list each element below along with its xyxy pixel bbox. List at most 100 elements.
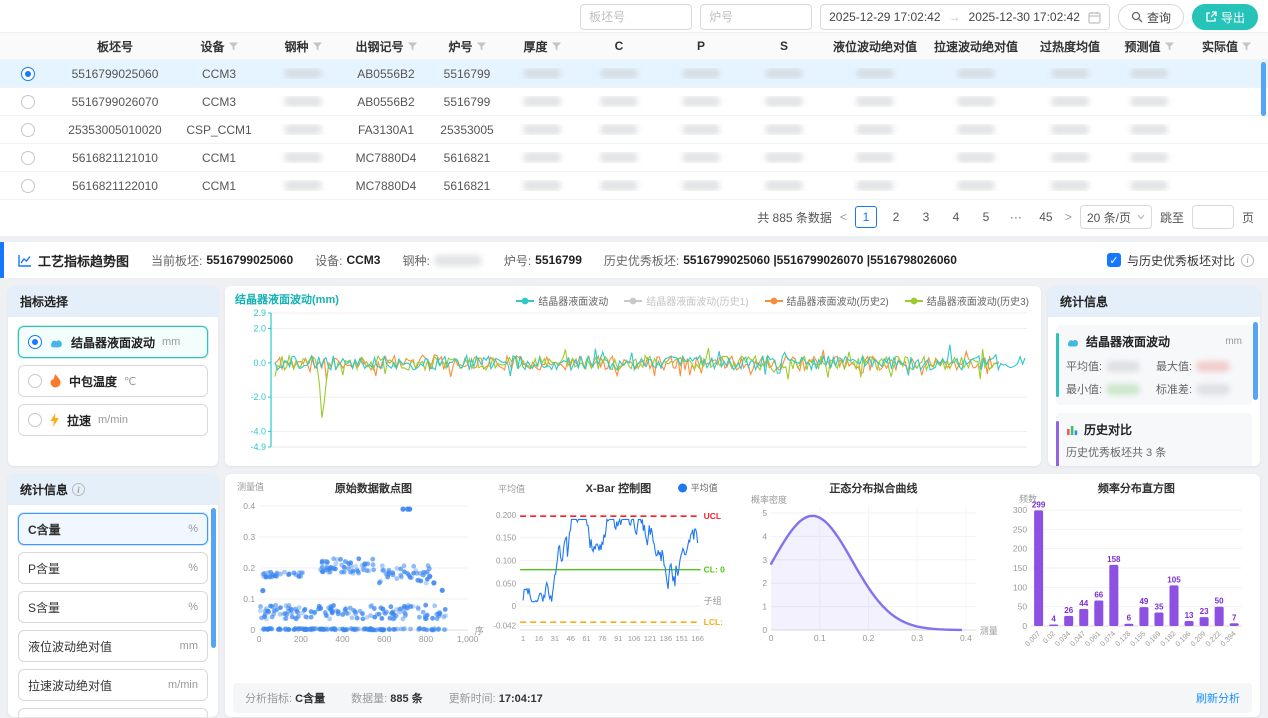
filter-icon[interactable] bbox=[408, 42, 417, 51]
table-scrollbar[interactable] bbox=[1261, 62, 1266, 116]
table-row[interactable]: 5516799025060CCM3AB0556B25516799 bbox=[0, 60, 1268, 88]
trend-chart-card: 结晶器液面波动(mm) 结晶器液面波动结晶器液面波动(历史1)结晶器液面波动(历… bbox=[225, 286, 1041, 466]
metric-item[interactable]: P含量% bbox=[18, 552, 208, 584]
metric-item[interactable]: 拉速波动绝对值m/min bbox=[18, 669, 208, 701]
table-cell bbox=[659, 96, 743, 107]
column-header-label: C bbox=[615, 39, 624, 53]
legend-item[interactable]: 结晶器液面波动(历史2) bbox=[765, 293, 889, 308]
metric-item[interactable]: S含量% bbox=[18, 591, 208, 623]
cell-value: 5616821121010 bbox=[72, 151, 158, 165]
table-cell: 5516799025060 bbox=[55, 67, 175, 81]
metrics-scrollbar[interactable] bbox=[211, 508, 216, 648]
metric-label: 过热度均值 bbox=[28, 716, 88, 718]
filter-icon[interactable] bbox=[1242, 42, 1251, 51]
column-header: 液位波动绝对值 bbox=[825, 38, 925, 55]
metric-label: 液位波动绝对值 bbox=[28, 638, 112, 655]
search-icon bbox=[1131, 11, 1143, 23]
date-range-picker[interactable]: 2025-12-29 17:02:42 → 2025-12-30 17:02:4… bbox=[820, 4, 1110, 30]
option-radio[interactable] bbox=[28, 374, 42, 388]
export-button[interactable]: 导出 bbox=[1192, 4, 1258, 30]
blurred-value bbox=[765, 152, 803, 163]
row-radio[interactable] bbox=[21, 179, 35, 193]
history-title: 历史对比 bbox=[1084, 421, 1132, 438]
cell-value: CCM1 bbox=[202, 179, 236, 193]
table-row[interactable]: 5516799026070CCM3AB0556B25516799 bbox=[0, 88, 1268, 116]
filter-icon[interactable] bbox=[552, 42, 561, 51]
table-row[interactable]: 25353005010020CSP_CCM1FA3130A125353005 bbox=[0, 116, 1268, 144]
date-end[interactable]: 2025-12-30 17:02:42 bbox=[969, 10, 1080, 24]
blurred-value bbox=[284, 96, 322, 107]
page-number[interactable]: 45 bbox=[1035, 206, 1057, 228]
row-radio[interactable] bbox=[21, 95, 35, 109]
table-row[interactable]: 5616821122010CCM1MC7880D45616821 bbox=[0, 172, 1268, 200]
blurred-value bbox=[1051, 68, 1089, 79]
option-radio[interactable] bbox=[28, 335, 42, 349]
page-ellipsis: ··· bbox=[1005, 206, 1027, 228]
page-number[interactable]: 1 bbox=[855, 206, 877, 228]
svg-text:13: 13 bbox=[1185, 611, 1194, 620]
legend-item[interactable]: 结晶器液面波动(历史1) bbox=[624, 293, 748, 308]
cell-value: FA3130A1 bbox=[358, 123, 414, 137]
metric-select-panel: 统计信息i C含量%P含量%S含量%液位波动绝对值mm拉速波动绝对值m/min过… bbox=[8, 474, 218, 717]
svg-text:0.4: 0.4 bbox=[243, 501, 255, 511]
filter-icon[interactable] bbox=[229, 42, 238, 51]
svg-text:300: 300 bbox=[1013, 505, 1027, 515]
row-radio[interactable] bbox=[21, 67, 35, 81]
svg-text:4: 4 bbox=[762, 531, 767, 541]
table-cell bbox=[659, 152, 743, 163]
chevron-down-icon bbox=[1137, 214, 1145, 220]
page-number[interactable]: 4 bbox=[945, 206, 967, 228]
filter-bar: 2025-12-29 17:02:42 → 2025-12-30 17:02:4… bbox=[0, 0, 1268, 32]
pagination: 共 885 条数据<12345···45>20 条/页跳至页 bbox=[0, 200, 1268, 234]
svg-text:0.1: 0.1 bbox=[243, 594, 255, 604]
metric-item[interactable]: 液位波动绝对值mm bbox=[18, 630, 208, 662]
option-radio[interactable] bbox=[28, 413, 42, 427]
blurred-value bbox=[1130, 96, 1168, 107]
filter-icon[interactable] bbox=[477, 42, 486, 51]
scatter-chart: 原始数据散点图测量值00.10.20.30.402004006008001,00… bbox=[229, 478, 486, 674]
page-number[interactable]: 2 bbox=[885, 206, 907, 228]
blurred-value bbox=[957, 124, 995, 135]
row-radio[interactable] bbox=[21, 123, 35, 137]
table-cell bbox=[925, 180, 1027, 191]
date-start[interactable]: 2025-12-29 17:02:42 bbox=[829, 10, 940, 24]
info-icon[interactable]: i bbox=[1241, 254, 1254, 267]
count-label: 数据量: bbox=[351, 693, 387, 705]
slab-number-input[interactable] bbox=[580, 4, 692, 30]
jump-page-input[interactable] bbox=[1192, 205, 1234, 229]
svg-text:136: 136 bbox=[659, 634, 672, 643]
page-number[interactable]: 3 bbox=[915, 206, 937, 228]
page-suffix: 页 bbox=[1242, 209, 1254, 226]
row-radio[interactable] bbox=[21, 151, 35, 165]
stats-scrollbar[interactable] bbox=[1253, 322, 1258, 400]
filter-icon[interactable] bbox=[1165, 42, 1174, 51]
time-value: 17:04:17 bbox=[499, 693, 543, 705]
metrics-info-icon[interactable]: i bbox=[72, 483, 85, 496]
column-header: 钢种 bbox=[263, 38, 343, 55]
page-number[interactable]: 5 bbox=[975, 206, 997, 228]
compare-checkbox[interactable]: ✓ bbox=[1107, 253, 1121, 267]
table-cell: 5516799 bbox=[429, 95, 505, 109]
filter-icon[interactable] bbox=[313, 42, 322, 51]
column-header-label: 厚度 bbox=[523, 38, 547, 55]
metric-item[interactable]: 过热度均值℃ bbox=[18, 708, 208, 717]
indicator-option-wave[interactable]: 结晶器液面波动mm bbox=[18, 326, 208, 358]
column-header: 设备 bbox=[175, 38, 263, 55]
table-row[interactable]: 5616821121010CCM1MC7880D45616821 bbox=[0, 144, 1268, 172]
search-button[interactable]: 查询 bbox=[1118, 4, 1184, 30]
refresh-analysis-link[interactable]: 刷新分析 bbox=[1196, 690, 1240, 706]
next-page-button[interactable]: > bbox=[1065, 210, 1072, 224]
metric-item[interactable]: C含量% bbox=[18, 513, 208, 545]
furnace-number-input[interactable] bbox=[700, 4, 812, 30]
export-icon bbox=[1205, 11, 1217, 23]
prev-page-button[interactable]: < bbox=[840, 210, 847, 224]
legend-item[interactable]: 结晶器液面波动(历史3) bbox=[905, 293, 1029, 308]
metric-unit: m/min bbox=[168, 679, 198, 691]
indicator-option-bolt[interactable]: 拉速m/min bbox=[18, 404, 208, 436]
stat-field: 最大值: bbox=[1156, 358, 1242, 374]
indicator-option-flame[interactable]: 中包温度℃ bbox=[18, 365, 208, 397]
legend-item[interactable]: 结晶器液面波动 bbox=[516, 293, 608, 308]
blurred-value bbox=[600, 152, 638, 163]
table-cell bbox=[743, 68, 825, 79]
page-size-select[interactable]: 20 条/页 bbox=[1080, 205, 1152, 229]
